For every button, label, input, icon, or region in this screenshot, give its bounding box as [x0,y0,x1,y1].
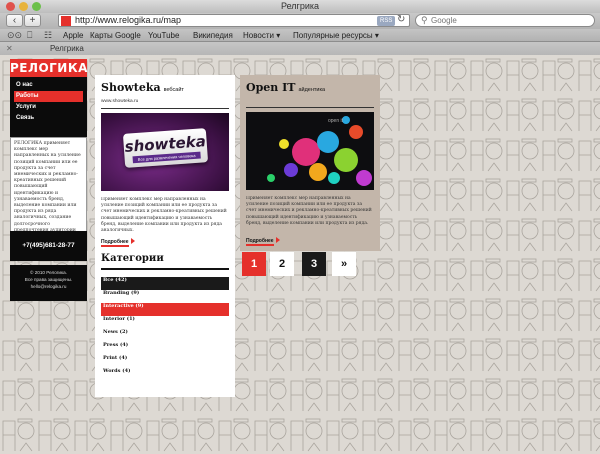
more-link[interactable]: Подробнее [246,237,374,246]
zoom-window-icon[interactable] [32,2,41,11]
project-card: Open IT айдентика open it Применяет компл… [240,75,380,251]
browser-toolbar: ‹ + http://www.relogika.ru/map RSS ↻ ⚲ [0,13,600,29]
bookmarks-book-icon[interactable]: ⎕ [27,29,32,42]
bookmarks-bar: ⊙⊙ ⎕ ☷ Apple Карты Google YouTube Википе… [0,29,600,42]
card-url[interactable]: www.showteka.ru [101,98,229,105]
bookmark-item[interactable]: Новости ▾ [243,29,280,42]
arrow-right-icon [130,238,135,244]
card-divider [101,108,229,109]
bookmark-item[interactable]: Карты Google [90,29,141,42]
card-title[interactable]: Showteka вебсайт [101,81,229,97]
category-item[interactable]: Print (4) [101,355,229,368]
top-sites-icon[interactable]: ☷ [44,29,52,42]
web-page: РЕЛОГИКА О нас Работы Услуги Связь РЕЛОГ… [0,55,600,454]
about-text: РЕЛОГИКА применяет комплекс мер направле… [14,141,81,239]
project-card: Showteka вебсайт www.showteka.ru showteka… [95,75,235,251]
back-button[interactable]: ‹ [6,14,23,27]
close-window-icon[interactable] [6,2,15,11]
card-description: Применяет комплекс мер направленных на у… [246,196,372,226]
copyright-box: © 2010 Релогика. Все права защищены. hel… [10,265,87,301]
category-item[interactable]: Branding (9) [101,290,229,303]
next-page-button[interactable]: » [332,252,356,276]
bookmark-item[interactable]: Apple [63,29,83,42]
card-divider [246,107,374,108]
tab-label: Релгрика [50,44,84,53]
reload-icon[interactable]: ↻ [397,14,405,25]
page-3-button[interactable]: 3 [302,252,326,276]
category-item[interactable]: Press (4) [101,342,229,355]
search-box[interactable]: ⚲ [415,14,595,27]
tab-close-icon[interactable]: ✕ [6,42,13,55]
categories-box: Категории Все (42) Branding (9) Interact… [95,247,235,397]
bookmark-item[interactable]: Популярные ресурсы ▾ [293,29,379,42]
bookmark-item[interactable]: Википедия [193,29,233,42]
categories-divider [101,268,229,270]
site-nav: О нас Работы Услуги Связь [14,80,83,124]
site-favicon-icon [61,16,71,26]
nav-item-about[interactable]: О нас [14,80,83,91]
category-item[interactable]: Все (42) [101,277,229,290]
category-item[interactable]: News (2) [101,329,229,342]
card-tag: вебсайт [163,87,184,93]
openit-bubbles-image [267,116,372,186]
email-link[interactable]: hello@relogika.ru [10,283,87,290]
thumb-logo-word: open it [328,118,344,124]
page-1-button[interactable]: 1 [242,252,266,276]
nav-item-services[interactable]: Услуги [14,102,83,113]
plus-icon: + [29,15,36,26]
rights-text: Все права защищены. [24,277,73,282]
rss-icon[interactable]: RSS [377,16,396,26]
tab-bar: ✕ Релгрика [0,42,600,55]
reading-list-icon[interactable]: ⊙⊙ [7,29,22,42]
card-thumbnail[interactable]: showteka Все для развлечения человека [101,113,229,191]
card-title[interactable]: Open IT айдентика [246,81,374,97]
card-thumbnail[interactable]: open it [246,112,374,190]
category-item[interactable]: Words (4) [101,368,229,381]
new-tab-button[interactable]: + [24,14,41,27]
site-logo[interactable]: РЕЛОГИКА [10,59,87,77]
address-bar[interactable]: http://www.relogika.ru/map RSS ↻ [58,14,410,27]
search-input[interactable] [431,15,591,26]
search-icon: ⚲ [421,15,428,25]
page-2-button[interactable]: 2 [270,252,294,276]
window-title: Релгрика [280,1,320,11]
more-link[interactable]: Подробнее [101,238,229,247]
category-item[interactable]: Interactive (9) [101,303,229,316]
card-description: Применяет комплекс мер направленных на у… [101,197,227,234]
address-url[interactable]: http://www.relogika.ru/map [75,15,181,26]
back-arrow-icon: ‹ [12,15,17,26]
bookmark-item[interactable]: YouTube [148,29,179,42]
tab-relogika[interactable]: ✕ Релгрика [0,42,600,55]
category-item[interactable]: Interior (1) [101,316,229,329]
arrow-right-icon [275,237,280,243]
card-tag: айдентика [298,87,326,93]
minimize-window-icon[interactable] [19,2,28,11]
nav-item-works[interactable]: Работы [14,91,83,102]
about-box: РЕЛОГИКА применяет комплекс мер направле… [10,137,87,239]
nav-item-contact[interactable]: Связь [14,113,83,124]
showteka-logo-plate: showteka Все для развлечения человека [122,128,209,168]
copyright-text: © 2010 Релогика. [30,270,67,275]
categories-title: Категории [101,253,164,264]
window-titlebar: Релгрика [0,0,600,13]
phone-number: +7(495)681-28-77 [10,231,87,261]
